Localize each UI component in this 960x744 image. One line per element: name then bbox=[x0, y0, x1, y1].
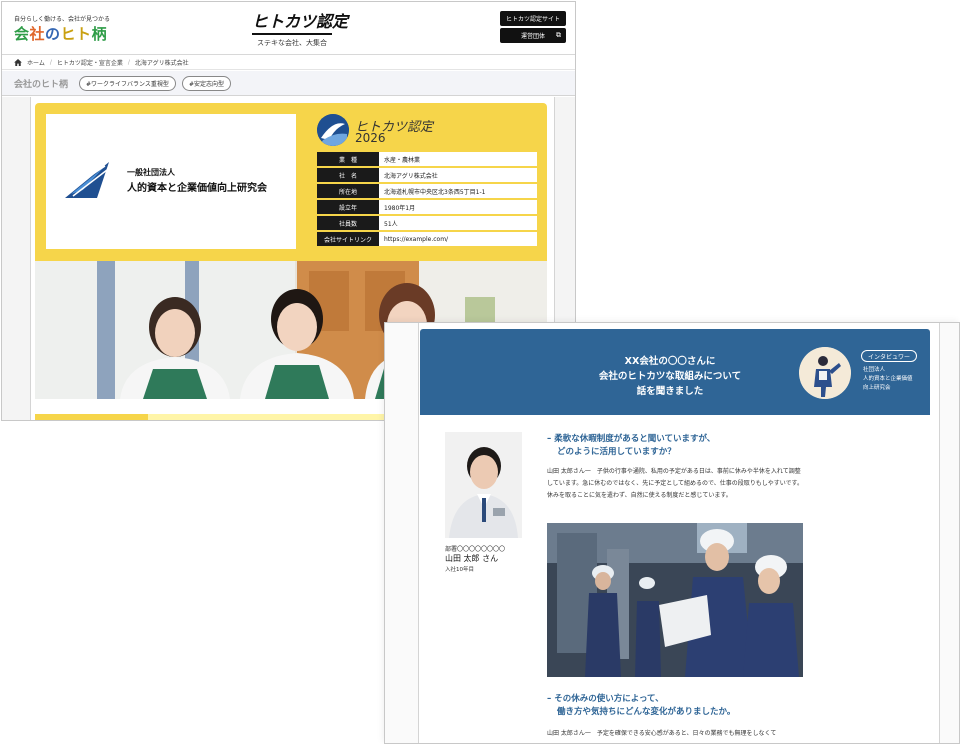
tag-work-life-balance[interactable]: #ワークライフバランス重視型 bbox=[79, 75, 176, 91]
info-key: 所在地 bbox=[317, 184, 379, 198]
logo-char: 柄 bbox=[91, 25, 108, 43]
question-line: どのように活用していますか？ bbox=[557, 447, 676, 457]
info-row-employees: 社員数 51人 bbox=[317, 216, 537, 230]
breadcrumb-current: 北海アグリ株式会社 bbox=[134, 59, 189, 67]
interviewee-photo bbox=[445, 432, 522, 538]
site-logo[interactable]: 会社のヒト柄 bbox=[14, 23, 107, 44]
question-line: – その休みの使い方によって、 bbox=[547, 694, 664, 704]
brand-title: ヒトカツ認定 bbox=[252, 8, 348, 35]
site-tagline: 自分らしく働ける、会社が見つかる bbox=[14, 16, 111, 23]
logo-char: 社 bbox=[29, 25, 46, 43]
organization-box: 一般社団法人 人的資本と企業価値向上研究会 bbox=[46, 114, 296, 249]
interviewer-org-line: 社団法人 bbox=[863, 367, 886, 373]
info-row-industry: 業 種水産・農林業 bbox=[317, 152, 537, 166]
operating-org-button[interactable]: 運営団体 ⧉ bbox=[500, 28, 566, 43]
breadcrumb-separator: / bbox=[127, 58, 130, 66]
brand-subtitle: ステキな会社、大集合 bbox=[257, 39, 327, 47]
interview-title-line: 会社のヒトカツな取組みについて bbox=[598, 371, 742, 382]
interview-answer-1: 山田 太郎さん一 子供の行事や通院、私用の予定がある日は、事前に休みや半休を入れ… bbox=[547, 468, 803, 499]
certification-year: 2026 bbox=[355, 131, 386, 145]
company-website-link[interactable]: https://example.com/ bbox=[379, 232, 537, 246]
site-header: 自分らしく働ける、会社が見つかる 会社のヒト柄 ヒトカツ認定 ステキな会社、大集… bbox=[2, 2, 575, 55]
certification-site-button[interactable]: ヒトカツ認定サイト bbox=[500, 11, 566, 26]
interview-title-line: 話を聞きました bbox=[636, 386, 704, 397]
breadcrumb-separator: / bbox=[49, 58, 52, 66]
logo-char: の bbox=[45, 25, 61, 43]
info-value: 1980年1月 bbox=[379, 200, 537, 214]
interviewer-org-line: 向上研究会 bbox=[863, 385, 891, 391]
certification-brand[interactable]: ヒトカツ認定 ステキな会社、大集合 bbox=[252, 8, 348, 48]
home-icon bbox=[14, 58, 22, 66]
info-value: 北海道札幌市中央区北3条西5丁目1-1 bbox=[379, 184, 537, 198]
interviewer-tag: インタビュワー bbox=[861, 350, 918, 362]
breadcrumb-certified-companies[interactable]: ヒトカツ認定・宣言企業 bbox=[57, 58, 123, 67]
interviewee-name: 山田 太郎 さん bbox=[445, 554, 499, 563]
question-line: 働き方や気持ちにどんな変化がありましたか。 bbox=[557, 707, 736, 717]
info-row-address: 所在地 北海道札幌市中央区北3条西5丁目1-1 bbox=[317, 184, 537, 198]
organization-logo-icon bbox=[65, 162, 109, 198]
info-key: 会社サイトリンク bbox=[317, 232, 379, 246]
info-value: 51人 bbox=[379, 216, 537, 230]
interviewer-org-line: 人的資本と企業価値 bbox=[863, 376, 913, 382]
organization-name: 人的資本と企業価値向上研究会 bbox=[127, 183, 267, 194]
interviewee-department: 部署〇〇〇〇〇〇〇〇 bbox=[445, 546, 506, 553]
interviewer-organization: 社団法人 人的資本と企業価値 向上研究会 bbox=[863, 366, 913, 393]
external-link-icon: ⧉ bbox=[556, 31, 561, 39]
right-gutter bbox=[939, 323, 959, 743]
breadcrumb-home[interactable]: ホーム bbox=[27, 58, 45, 67]
left-gutter bbox=[385, 323, 419, 743]
info-key: 社員数 bbox=[317, 216, 379, 230]
info-key: 業 種 bbox=[317, 152, 379, 166]
interview-question-2: – その休みの使い方によって、 働き方や気持ちにどんな変化がありましたか。 bbox=[547, 693, 735, 719]
scroll-progress-fill bbox=[35, 414, 148, 420]
interview-title: XX会社の〇〇さんに 会社のヒトカツな取組みについて 話を聞きました bbox=[570, 354, 770, 399]
operating-org-label: 運営団体 bbox=[520, 33, 545, 40]
interviewee-tenure: 入社10年目 bbox=[445, 567, 474, 573]
interview-title-line: XX会社の〇〇さんに bbox=[624, 356, 716, 367]
tagbar-logo: 会社のヒト柄 bbox=[14, 79, 69, 90]
interview-banner: XX会社の〇〇さんに 会社のヒトカツな取組みについて 話を聞きました インタビュ… bbox=[420, 329, 930, 415]
question-line: – 柔軟な休暇制度があると聞いていますが、 bbox=[547, 434, 716, 444]
logo-char: ヒト bbox=[60, 25, 92, 43]
company-card: 一般社団法人 人的資本と企業価値向上研究会 ヒトカツ認定 2026 業 種水産・… bbox=[35, 103, 547, 261]
interviewer-avatar bbox=[799, 347, 851, 399]
tag-bar: 会社のヒト柄 #ワークライフバランス重視型 #安定志向型 bbox=[2, 71, 575, 96]
company-info-table: 業 種水産・農林業 社 名北海アグリ株式会社 所在地 北海道札幌市中央区北3条西5… bbox=[317, 152, 537, 248]
certification-badge: ヒトカツ認定 2026 bbox=[317, 114, 437, 146]
organization-type: 一般社団法人 bbox=[127, 168, 175, 177]
info-row-website: 会社サイトリンク https://example.com/ bbox=[317, 232, 537, 246]
interview-question-1: – 柔軟な休暇制度があると聞いていますが、 どのように活用していますか？ bbox=[547, 433, 715, 459]
certification-emblem-icon bbox=[317, 114, 349, 146]
breadcrumb: ホーム / ヒトカツ認定・宣言企業 / 北海アグリ株式会社 bbox=[2, 55, 575, 70]
info-key: 設立年 bbox=[317, 200, 379, 214]
factory-workers-photo bbox=[547, 523, 803, 677]
info-value: 北海アグリ株式会社 bbox=[379, 168, 537, 182]
info-row-company-name: 社 名北海アグリ株式会社 bbox=[317, 168, 537, 182]
info-value: 水産・農林業 bbox=[379, 152, 537, 166]
logo-char: 会 bbox=[14, 25, 30, 43]
interview-answer-2: 山田 太郎さん一 予定を確保できる安心感があると、日々の業務でも無理をしなくて bbox=[547, 730, 777, 737]
tag-stability[interactable]: #安定志向型 bbox=[181, 75, 231, 91]
info-row-founded: 設立年 1980年1月 bbox=[317, 200, 537, 214]
info-key: 社 名 bbox=[317, 168, 379, 182]
interview-page-window: XX会社の〇〇さんに 会社のヒトカツな取組みについて 話を聞きました インタビュ… bbox=[384, 322, 960, 744]
